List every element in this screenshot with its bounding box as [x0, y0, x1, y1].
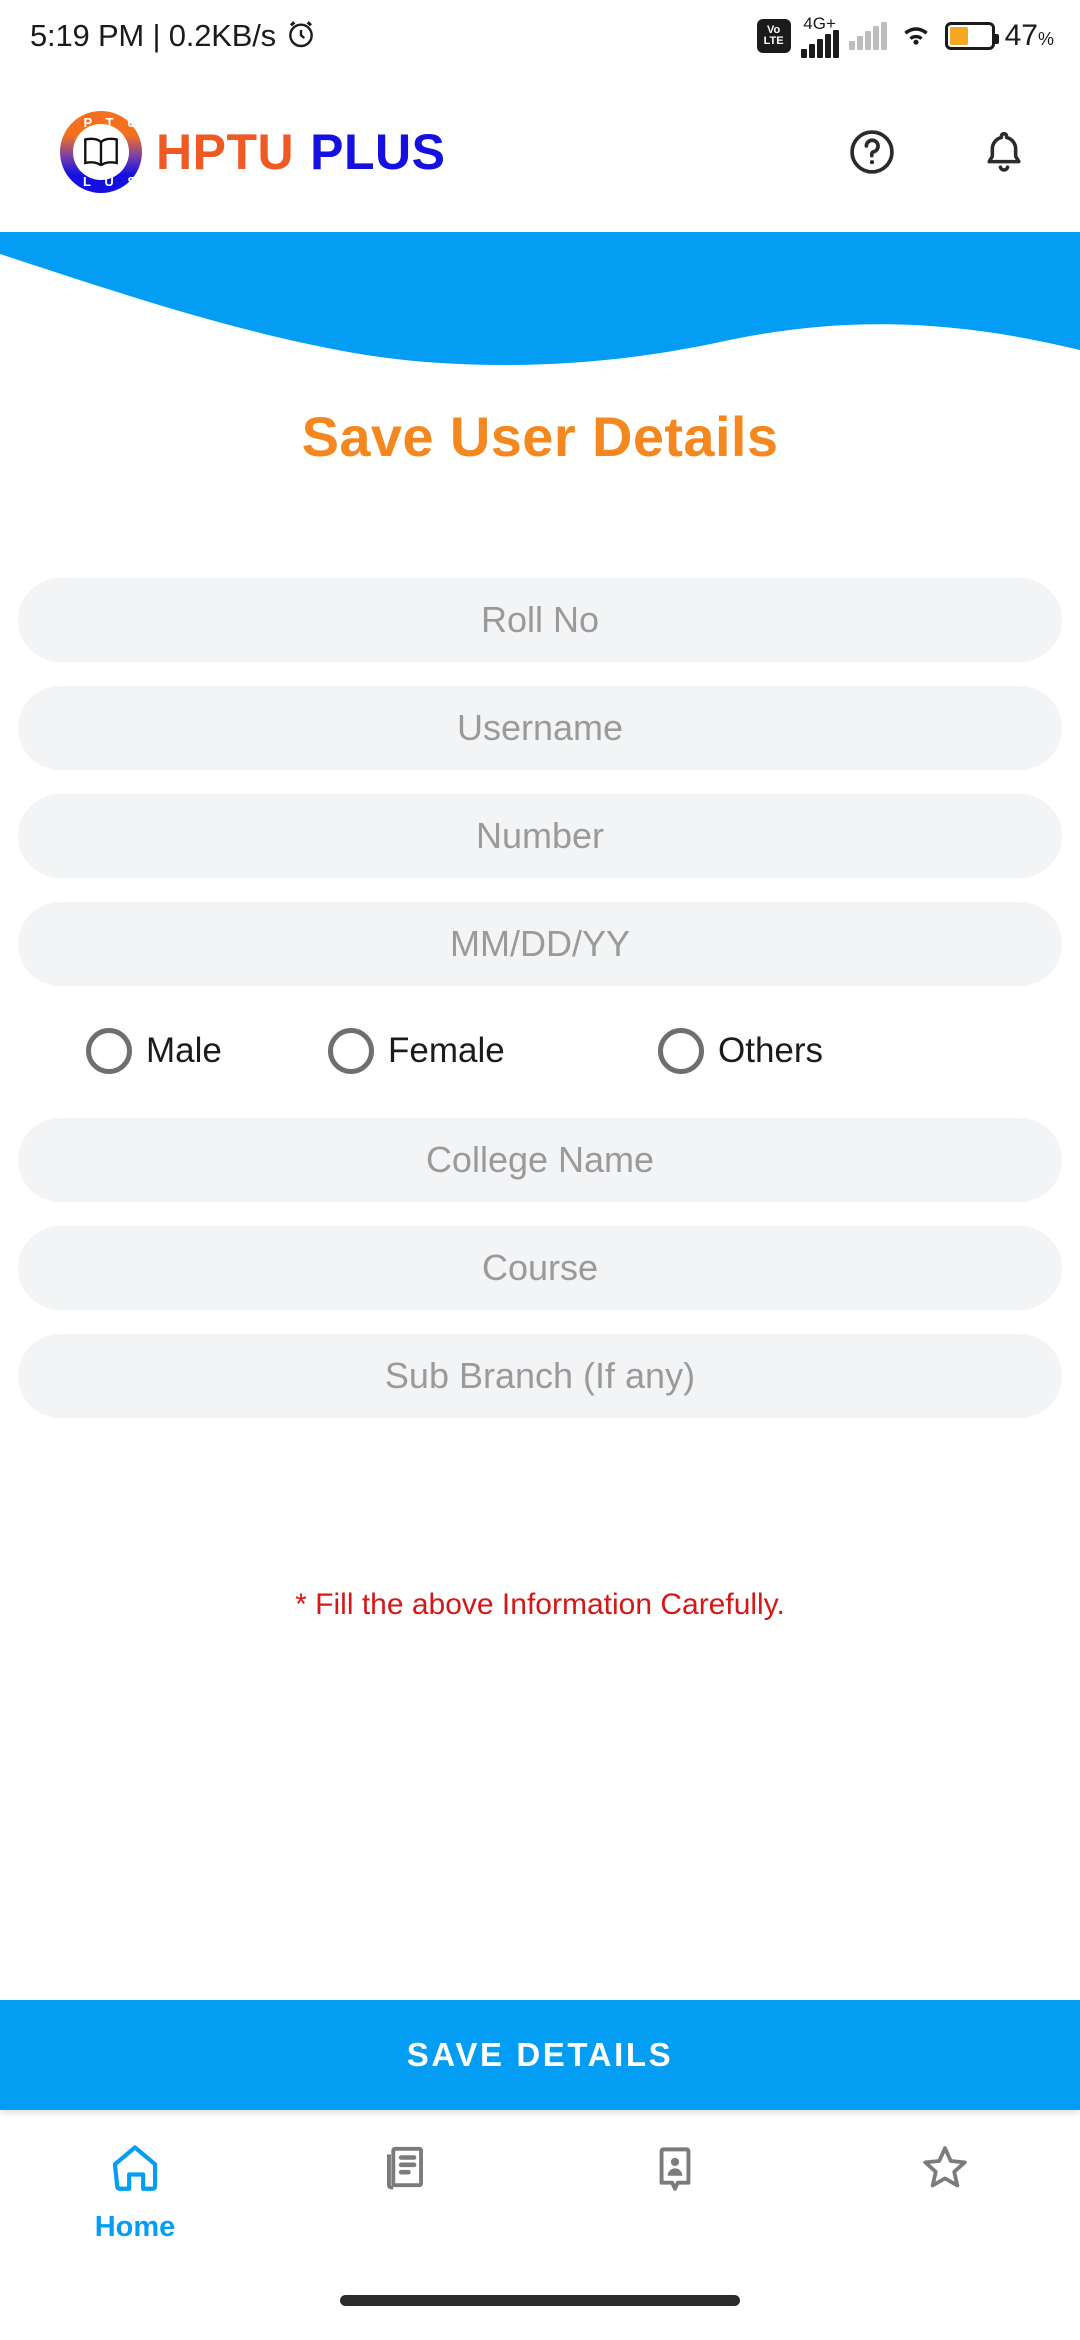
nav-item-home[interactable]: Home [0, 2140, 270, 2244]
status-bar-right: Vo LTE 4G+ 47% [756, 14, 1054, 58]
radio-female-icon[interactable] [328, 1028, 374, 1074]
username-input[interactable]: Username [18, 686, 1062, 770]
star-icon [917, 2140, 973, 2199]
app-header: H P T U P L U S HPTU PLUS [0, 72, 1080, 232]
status-bar-left: 5:19 PM | 0.2KB/s [30, 18, 317, 55]
save-details-label: SAVE DETAILS [406, 2036, 674, 2073]
contact-card-icon [649, 2140, 701, 2201]
dob-placeholder: MM/DD/YY [450, 923, 630, 964]
gender-radio-group: Male Female Others [18, 1028, 1062, 1074]
home-icon [106, 2140, 164, 2201]
bell-icon[interactable] [972, 120, 1036, 184]
nav-item-contact[interactable] [540, 2140, 810, 2211]
course-placeholder: Course [481, 1247, 599, 1288]
nav-label-home: Home [94, 2211, 176, 2243]
form-warning-note: * Fill the above Information Carefully. [295, 1588, 785, 1621]
signal-sim1-icon: 4G+ [800, 14, 839, 58]
hptu-plus-logo-icon: H P T U P L U S [60, 111, 142, 193]
number-placeholder: Number [475, 815, 605, 856]
status-time-and-rate: 5:19 PM | 0.2KB/s [30, 18, 276, 54]
username-placeholder: Username [456, 707, 624, 748]
battery-icon [944, 22, 999, 50]
header-actions [840, 120, 1036, 184]
signal-sim2-icon [848, 22, 887, 50]
nav-item-favorites[interactable] [810, 2140, 1080, 2209]
radio-others-icon[interactable] [658, 1028, 704, 1074]
status-data-rate: 0.2KB/s [168, 18, 276, 53]
sub-branch-input[interactable]: Sub Branch (If any) [18, 1334, 1062, 1418]
header-wave-decoration [0, 232, 1080, 372]
brand-primary: HPTU [156, 124, 295, 180]
help-circle-icon[interactable] [840, 120, 904, 184]
dob-input[interactable]: MM/DD/YY [18, 902, 1062, 986]
page-title: Save User Details [301, 405, 779, 468]
number-input[interactable]: Number [18, 794, 1062, 878]
news-article-icon [379, 2140, 431, 2199]
brand-logo[interactable]: H P T U P L U S HPTU PLUS [60, 111, 445, 193]
user-details-form: Roll No Username Number MM/DD/YY Male Fe… [0, 578, 1080, 1442]
brand-title: HPTU PLUS [156, 123, 445, 181]
status-separator: | [152, 18, 161, 53]
status-time: 5:19 PM [30, 18, 145, 53]
gender-option-others[interactable]: Others [658, 1028, 1062, 1074]
gender-option-female[interactable]: Female [328, 1028, 658, 1074]
roll-no-input[interactable]: Roll No [18, 578, 1062, 662]
brand-secondary: PLUS [310, 124, 446, 180]
sub-branch-placeholder: Sub Branch (If any) [384, 1355, 696, 1396]
battery-percent: 47% [1004, 19, 1054, 52]
logo-arc-top-text: H P T U [60, 115, 142, 130]
gender-option-male[interactable]: Male [18, 1028, 328, 1074]
volte-icon: Vo LTE [756, 19, 791, 53]
save-details-button[interactable]: SAVE DETAILS [0, 2000, 1080, 2110]
college-name-input[interactable]: College Name [18, 1118, 1062, 1202]
bottom-navigation-bar: Home [0, 2118, 1080, 2278]
android-gesture-bar[interactable] [340, 2295, 740, 2306]
app-screen: 5:19 PM | 0.2KB/s Vo LTE 4G+ 47% H P T U… [0, 0, 1080, 2340]
course-input[interactable]: Course [18, 1226, 1062, 1310]
alarm-icon [285, 18, 317, 55]
book-icon [73, 124, 129, 180]
wifi-icon [897, 19, 935, 54]
gender-label-others: Others [718, 1031, 824, 1070]
logo-arc-bottom-text: P L U S [60, 174, 142, 189]
gender-label-male: Male [146, 1031, 222, 1070]
nav-item-news[interactable] [270, 2140, 540, 2209]
gender-label-female: Female [388, 1031, 505, 1070]
status-bar: 5:19 PM | 0.2KB/s Vo LTE 4G+ 47% [0, 0, 1080, 72]
college-name-placeholder: College Name [425, 1139, 655, 1180]
roll-no-placeholder: Roll No [480, 599, 600, 640]
radio-male-icon[interactable] [86, 1028, 132, 1074]
